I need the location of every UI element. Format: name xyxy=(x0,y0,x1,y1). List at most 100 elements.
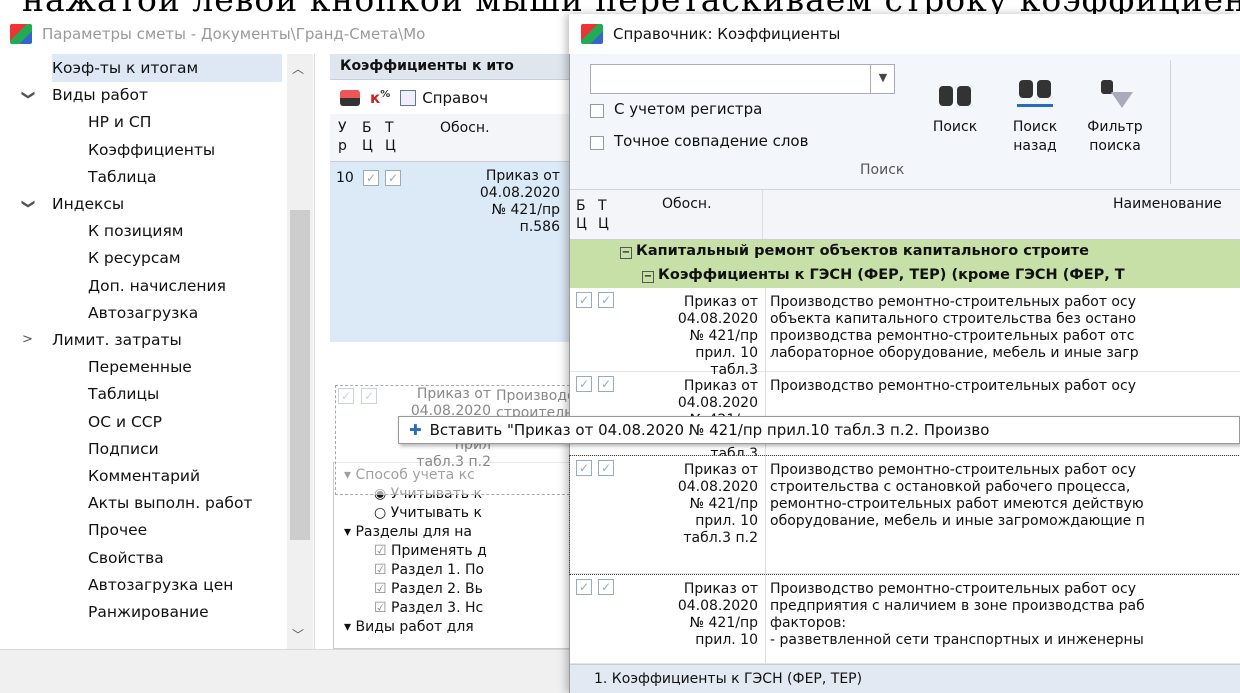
row-name: Производство ремонтно-строительных работ… xyxy=(765,288,1240,371)
row-tc-checkbox[interactable]: ✓ xyxy=(598,292,614,308)
sidebar-item[interactable]: К ресурсам xyxy=(88,244,318,272)
checkbox-icon: ☑ xyxy=(374,562,392,578)
radio-icon: ○ xyxy=(374,505,391,521)
filter-icon xyxy=(1097,80,1133,110)
sidebar-item[interactable]: Коэффициенты xyxy=(88,136,318,164)
dlg-col-tc: Т xyxy=(598,198,607,214)
row-bc-checkbox[interactable]: ✓ xyxy=(363,170,379,186)
sidebar-item[interactable]: Ранжирование xyxy=(88,598,318,626)
sidebar-item[interactable]: Прочее xyxy=(88,516,318,544)
col-divider xyxy=(762,190,763,239)
col-tc: Т xyxy=(385,120,394,136)
sidebar-item-label: Лимит. затраты xyxy=(52,331,182,349)
group-row-coefficients[interactable]: − Коэффициенты к ГЭСН (ФЕР, ТЕР) (кроме Г… xyxy=(570,264,1240,288)
name-line: предприятия с наличием в зоне производст… xyxy=(770,598,1145,614)
sidebar-item[interactable]: Переменные xyxy=(88,353,318,381)
table-row[interactable]: ✓ ✓ Приказ от 04.08.2020 № 421/пр прил. 10 Про… xyxy=(570,575,1240,664)
col-bc-2: Ц xyxy=(362,138,373,154)
col-bc: Б xyxy=(362,120,372,136)
sidebar-item[interactable]: Комментарий xyxy=(88,462,318,490)
sidebar-scroll-thumb[interactable] xyxy=(290,210,310,540)
col-ur-2: р xyxy=(338,138,347,154)
sidebar-item[interactable]: Свойства xyxy=(88,544,318,572)
case-sensitive-checkbox[interactable] xyxy=(590,104,604,118)
row-basis: Приказ от04.08.2020№ 421/прприл. 10табл.… xyxy=(632,294,762,379)
expand-chevron-icon[interactable]: ❯ xyxy=(13,90,41,101)
tree-node[interactable]: ▾ Разделы для на xyxy=(344,524,472,540)
tree-node[interactable]: ○ Учитывать к xyxy=(374,505,482,521)
sidebar-item-label: Индексы xyxy=(52,195,125,213)
search-combobox[interactable] xyxy=(590,64,895,94)
sidebar-item[interactable]: Таблицы xyxy=(88,380,318,408)
checkbox-icon: ☑ xyxy=(374,543,392,559)
checkbox-icon: ☑ xyxy=(374,581,392,597)
row-bc-checkbox[interactable]: ✓ xyxy=(576,292,592,308)
expand-chevron-icon[interactable]: > xyxy=(22,326,33,354)
sidebar-item[interactable]: Доп. начисления xyxy=(88,272,318,300)
tree-node-label: Раздел 2. Вь xyxy=(391,581,483,597)
name-line: - разветвленной сети транспортных и инже… xyxy=(770,632,1144,648)
basis-line: Приказ от xyxy=(683,378,758,394)
name-line: Производство ремонтно-строительных работ… xyxy=(770,378,1136,394)
insert-tooltip: ✚ Вставить "Приказ от 04.08.2020 № 421/пр… xyxy=(398,416,1240,444)
basis-line: 04.08.2020 xyxy=(677,395,758,411)
tree-node[interactable]: ▾ Виды работ для xyxy=(344,619,474,635)
panel-header: Коэффициенты к ито xyxy=(330,54,575,80)
basis-line: прил. 10 xyxy=(695,632,758,648)
eraser-icon[interactable] xyxy=(340,90,360,106)
row-tc-checkbox[interactable]: ✓ xyxy=(598,460,614,476)
sidebar-item[interactable]: Подписи xyxy=(88,435,318,463)
tree-node[interactable]: ☑ Раздел 3. Нс xyxy=(374,600,483,616)
dialog-logo-icon xyxy=(581,24,603,44)
search-back-button[interactable]: Поиск назад xyxy=(1000,80,1070,156)
sidebar-item-label: К позициям xyxy=(88,222,184,241)
sidebar-item[interactable]: Таблица xyxy=(88,163,318,191)
sidebar-item[interactable]: НР и СП xyxy=(88,108,318,136)
row-tc-checkbox[interactable]: ✓ xyxy=(385,170,401,186)
percent-coef-icon[interactable]: к% xyxy=(370,89,390,107)
tree-node[interactable]: ☑ Применять д xyxy=(374,543,487,559)
row-bc-checkbox[interactable]: ✓ xyxy=(576,460,592,476)
table-row[interactable]: ✓ ✓ Приказ от04.08.2020№ 421/прприл. 10таб… xyxy=(570,288,1240,378)
sidebar-item-label: Коэф-ты к итогам xyxy=(52,59,199,77)
panel-selected-row[interactable]: 10 ✓ ✓ Приказ от 04.08.2020 № 421/пр п.586 xyxy=(330,162,575,342)
tree-node[interactable]: ☑ Раздел 1. По xyxy=(374,562,484,578)
sidebar-item[interactable]: Автозагрузка цен xyxy=(88,571,318,599)
tree-node-label: Применять д xyxy=(391,543,487,559)
tree-node[interactable]: ☑ Раздел 2. Вь xyxy=(374,581,483,597)
sidebar-item[interactable]: ❯ Виды работ xyxy=(20,81,282,109)
sidebar-item[interactable]: Коэф-ты к итогам xyxy=(52,54,282,82)
row-ur: 10 xyxy=(336,170,354,186)
collapse-icon[interactable]: − xyxy=(620,247,632,259)
row-bc-checkbox[interactable]: ✓ xyxy=(576,579,592,595)
group-row-capital-repair[interactable]: − Капитальный ремонт объектов капитальног… xyxy=(570,240,1240,264)
row-basis: Приказ от04.08.2020№ 421/прприл. 10табл.… xyxy=(632,462,762,547)
sidebar-item[interactable]: Автозагрузка xyxy=(88,299,318,327)
scroll-down-icon[interactable]: ﹀ xyxy=(292,626,304,643)
exact-match-checkbox[interactable] xyxy=(590,136,604,150)
sidebar-item[interactable]: Акты выполн. работ xyxy=(88,489,318,517)
reference-book-button[interactable]: Справоч xyxy=(400,89,488,107)
collapse-icon[interactable]: − xyxy=(642,271,654,283)
binoculars-back-icon xyxy=(1017,80,1053,110)
sidebar-item[interactable]: ОС и ССР xyxy=(88,408,318,436)
name-line: строительства с остановкой рабочего проц… xyxy=(770,479,1131,495)
row-tc-checkbox[interactable]: ✓ xyxy=(598,376,614,392)
filter-search-button[interactable]: Фильтр поиска xyxy=(1080,80,1150,156)
sidebar-item[interactable]: К позициям xyxy=(88,217,318,245)
row-tc-checkbox[interactable]: ✓ xyxy=(598,579,614,595)
sidebar-item[interactable]: ❯ Индексы xyxy=(20,190,282,218)
basis-line: прил. 10 xyxy=(695,513,758,529)
group1-label: Капитальный ремонт объектов капитального… xyxy=(636,243,1089,259)
main-window-titlebar: Параметры сметы - Документы\Гранд-Смета\… xyxy=(0,14,575,54)
name-line: факторов: xyxy=(770,615,847,631)
row-bc-checkbox[interactable]: ✓ xyxy=(576,376,592,392)
scroll-up-icon[interactable]: ︿ xyxy=(292,60,304,77)
tree-node-label: Виды работ для xyxy=(355,619,474,635)
search-button[interactable]: Поиск xyxy=(920,80,990,137)
chevron-down-icon[interactable]: ▼ xyxy=(870,64,895,94)
ghost-check: ✓ xyxy=(361,388,377,404)
expand-chevron-icon[interactable]: ❯ xyxy=(13,199,41,210)
sidebar-item[interactable]: > Лимит. затраты xyxy=(22,326,282,354)
table-row[interactable]: ✓ ✓ Приказ от04.08.2020№ 421/прприл. 10таб… xyxy=(569,455,1240,575)
